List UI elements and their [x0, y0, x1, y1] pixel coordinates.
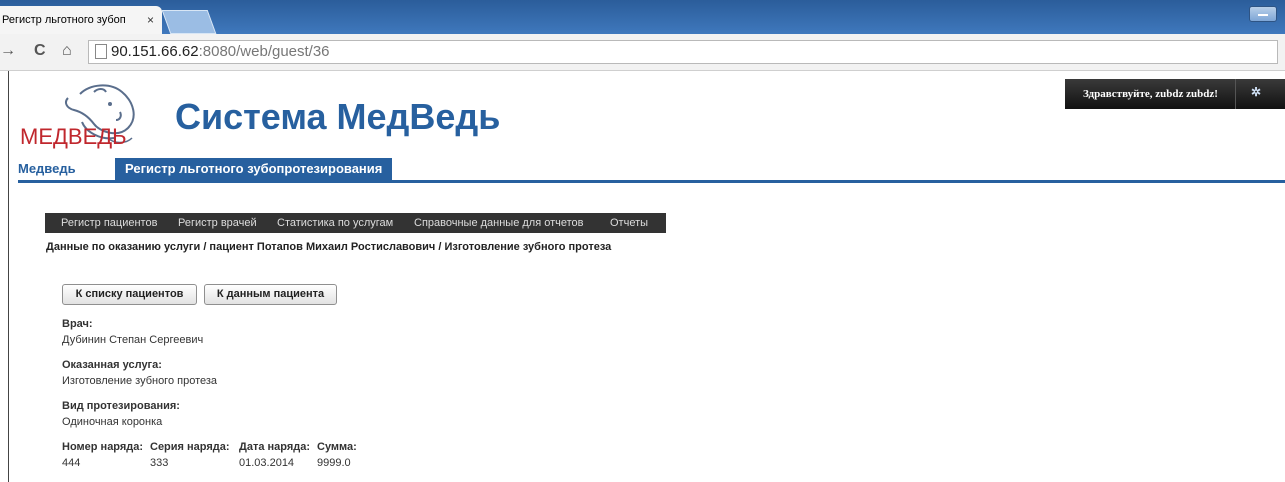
nav-item-dental-register[interactable]: Регистр льготного зубопротезирования	[115, 158, 393, 180]
order-series-label: Серия наряда:	[150, 441, 230, 453]
tab-close-icon[interactable]: ×	[147, 6, 154, 34]
new-tab-button[interactable]	[161, 10, 217, 34]
url-host: 90.151.66.62	[111, 43, 199, 60]
service-label: Оказанная услуга:	[62, 359, 162, 371]
forward-arrow-icon[interactable]: →	[0, 42, 16, 60]
content-panel	[30, 195, 1275, 482]
breadcrumb: Данные по оказанию услуги / пациент Пота…	[46, 241, 612, 253]
home-icon[interactable]: ⌂	[62, 42, 72, 60]
subnav-service-statistics[interactable]: Статистика по услугам	[277, 213, 393, 233]
subnav-reference-data[interactable]: Справочные данные для отчетов	[414, 213, 584, 233]
subnav-reports[interactable]: Отчеты	[610, 213, 648, 233]
tab-title: Регистр льготного зубоп	[2, 14, 126, 26]
sub-navigation: Регистр пациентов Регистр врачей Статист…	[45, 213, 666, 233]
browser-toolbar: → C ⌂ 90.151.66.62:8080/web/guest/36	[0, 34, 1285, 71]
prosthesis-type-value: Одиночная коронка	[62, 416, 163, 428]
prosthesis-type-label: Вид протезирования:	[62, 400, 180, 412]
browser-tab[interactable]: Регистр льготного зубоп ×	[0, 6, 162, 34]
subnav-patients-register[interactable]: Регистр пациентов	[61, 213, 157, 233]
page-icon	[95, 44, 107, 59]
reload-icon[interactable]: C	[34, 42, 46, 60]
address-bar[interactable]: 90.151.66.62:8080/web/guest/36	[88, 40, 1278, 64]
order-date-label: Дата наряда:	[239, 441, 311, 453]
minimize-button[interactable]	[1249, 6, 1277, 22]
subnav-doctors-register[interactable]: Регистр врачей	[178, 213, 257, 233]
to-patient-data-button[interactable]: К данным пациента	[204, 284, 337, 305]
service-value: Изготовление зубного протеза	[62, 375, 218, 387]
order-date-value: 01.03.2014	[239, 457, 295, 469]
url-path: :8080/web/guest/36	[198, 43, 330, 60]
sum-label: Сумма:	[317, 441, 357, 453]
dock-menu-icon[interactable]: ✲	[1251, 85, 1261, 99]
user-greeting[interactable]: Здравствуйте, zubdz zubdz!	[1083, 88, 1218, 100]
dock-divider	[1235, 79, 1236, 109]
logo-text: МЕДВЕДЬ	[20, 124, 127, 149]
doctor-value: Дубинин Степан Сергеевич	[62, 334, 204, 346]
user-dock[interactable]: Здравствуйте, zubdz zubdz! ✲	[1065, 79, 1285, 109]
doctor-label: Врач:	[62, 318, 93, 330]
to-patients-list-button[interactable]: К списку пациентов	[62, 284, 197, 305]
browser-tabstrip: Регистр льготного зубоп ×	[0, 0, 1285, 34]
order-number-value: 444	[62, 457, 81, 469]
site-title: Система МедВедь	[175, 96, 501, 137]
order-series-value: 333	[150, 457, 169, 469]
nav-item-medved[interactable]: Медведь	[18, 158, 76, 180]
main-navigation: Медведь Регистр льготного зубопротезиров…	[18, 158, 1285, 183]
sum-value: 9999.0	[317, 457, 351, 469]
order-number-label: Номер наряда:	[62, 441, 144, 453]
